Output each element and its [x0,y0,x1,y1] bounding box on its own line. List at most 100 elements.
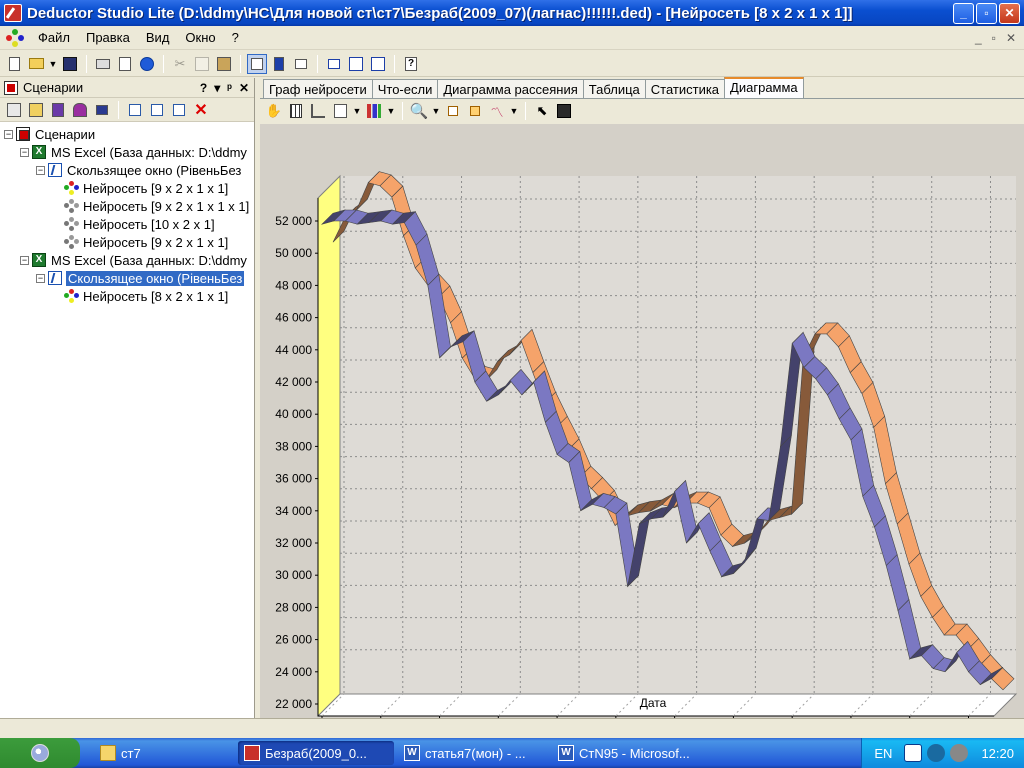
document-icon[interactable] [6,28,24,47]
taskbar-button-word-1[interactable]: W статья7(мон) - ... [398,741,548,765]
tree-node[interactable]: Нейросеть [9 x 2 x 1 x 1 x 1] [0,197,254,215]
menu-file[interactable]: Файл [30,30,78,45]
menu-window[interactable]: Окно [177,30,223,45]
tree-collapse-toggle-icon[interactable]: − [36,165,45,175]
panel-pin-button[interactable]: ᵖ [227,81,232,95]
tree-collapse-toggle-icon[interactable]: − [36,273,45,283]
dropdown-icon[interactable]: ▼ [48,54,58,74]
tile-vertical-icon[interactable] [368,54,388,74]
start-button[interactable] [0,738,80,768]
cut-icon[interactable]: ✂ [170,54,190,74]
tab-chart[interactable]: Диаграмма [724,77,804,98]
toolbar-separator [525,102,526,120]
toolbar-separator [394,54,395,73]
taskbar-button-folder[interactable]: ст7 [94,741,234,765]
tile-horizontal-icon[interactable] [346,54,366,74]
taskbar-button-word-2[interactable]: W СтN95 - Microsof... [552,741,702,765]
mdi-minimize-icon[interactable]: _ [975,31,982,45]
mdi-close-icon[interactable]: ✕ [1006,31,1016,45]
fit-selection-icon[interactable] [465,101,485,121]
print-icon[interactable] [93,54,113,74]
taskbar: ст7 Безраб(2009_0... W статья7(мон) - ..… [0,738,1024,768]
taskbar-button-deductor[interactable]: Безраб(2009_0... [238,741,394,765]
volume-icon[interactable] [950,744,969,762]
delete-icon[interactable]: ✕ [191,100,211,120]
tab-statistics[interactable]: Статистика [644,79,726,98]
chart-type-dropdown-icon[interactable]: ▼ [386,101,396,121]
menu-help[interactable]: ? [224,30,247,45]
legend-icon[interactable] [330,101,350,121]
tree-collapse-toggle-icon[interactable]: − [20,147,29,157]
media-player-icon[interactable] [904,744,923,762]
tree-node-label: Нейросеть [10 x 2 x 1] [83,216,215,232]
tree-node[interactable]: Нейросеть [9 x 2 x 1 x 1] [0,179,254,197]
axes-icon[interactable] [308,101,328,121]
tab-table[interactable]: Таблица [582,79,646,98]
columns-config-icon[interactable] [286,101,306,121]
help-icon[interactable]: ? [401,54,421,74]
panel-menu-button[interactable]: ▾ [214,81,220,95]
language-indicator[interactable]: EN [874,746,892,761]
tree-node[interactable]: − Скользящее окно (РівеньБез [0,161,254,179]
cursor-icon[interactable]: ⬉ [532,101,552,121]
tree-node[interactable]: − Скользящее окно (РівеньБез [0,269,254,287]
tree-node[interactable]: − X MS Excel (База данных: D:\ddmy [0,143,254,161]
tree-collapse-icon[interactable] [147,100,167,120]
open-folder-icon[interactable] [26,54,46,74]
y-tick-label: 40 000 [275,407,312,421]
tree-node[interactable]: − X MS Excel (База данных: D:\ddmy [0,251,254,269]
y-tick-label: 50 000 [275,246,312,260]
tree-collapse-toggle-icon[interactable]: − [20,255,29,265]
zoom-icon[interactable]: 🔍 [409,101,429,121]
legend-dropdown-icon[interactable]: ▼ [352,101,362,121]
cascade-windows-icon[interactable] [324,54,344,74]
app-icon[interactable] [4,4,22,22]
fit-all-icon[interactable] [443,101,463,121]
word-icon: W [558,745,574,761]
wizard-import-icon[interactable] [4,100,24,120]
print-preview-icon[interactable] [115,54,135,74]
tree-node[interactable]: − Сценарии [0,125,254,143]
neural-network-icon [64,289,79,303]
mdi-restore-icon[interactable]: ▫ [992,31,996,45]
properties-panel-icon[interactable] [269,54,289,74]
sliding-window-icon [48,271,62,285]
menu-view[interactable]: Вид [138,30,178,45]
maximize-button[interactable]: ▫ [976,2,997,24]
tree-node[interactable]: Нейросеть [8 x 2 x 1 x 1] [0,287,254,305]
network-icon[interactable] [927,744,946,762]
minimize-button[interactable]: _ [953,2,974,24]
internet-explorer-icon[interactable] [137,54,157,74]
y-tick-label: 42 000 [275,375,312,389]
wizard-process-icon[interactable] [26,100,46,120]
panel-close-button[interactable]: ✕ [239,81,249,95]
wizard-visualize-icon[interactable] [48,100,68,120]
save-icon[interactable] [60,54,80,74]
tab-what-if[interactable]: Что-если [371,79,439,98]
tree-expand-icon[interactable] [125,100,145,120]
panel-help-button[interactable]: ? [200,81,207,95]
tree-move-icon[interactable] [169,100,189,120]
windows-panel-icon[interactable] [291,54,311,74]
tree-node[interactable]: Нейросеть [10 x 2 x 1] [0,215,254,233]
export-chart-icon[interactable] [554,101,574,121]
y-tick-label: 28 000 [275,600,312,614]
wizard-export-icon[interactable] [70,100,90,120]
new-file-icon[interactable] [4,54,24,74]
close-button[interactable]: ✕ [999,2,1020,24]
tab-network-graph[interactable]: Граф нейросети [263,79,373,98]
copy-icon[interactable] [192,54,212,74]
tab-scatter-plot[interactable]: Диаграмма рассеяния [437,79,584,98]
wizard-dropdown-icon[interactable] [92,100,112,120]
zoom-dropdown-icon[interactable]: ▼ [431,101,441,121]
paste-icon[interactable] [214,54,234,74]
taskbar-button-label: статья7(мон) - ... [425,745,526,761]
tree-collapse-toggle-icon[interactable]: − [4,129,13,139]
menu-edit[interactable]: Правка [78,30,138,45]
series-dropdown-icon[interactable]: ▼ [509,101,519,121]
hand-pan-icon[interactable]: ✋ [264,101,284,121]
chart-type-icon[interactable] [364,101,384,121]
tree-node[interactable]: Нейросеть [9 x 2 x 1 x 1] [0,233,254,251]
series-icon[interactable]: 〽 [487,101,507,121]
scenarios-panel-icon[interactable] [247,53,267,74]
